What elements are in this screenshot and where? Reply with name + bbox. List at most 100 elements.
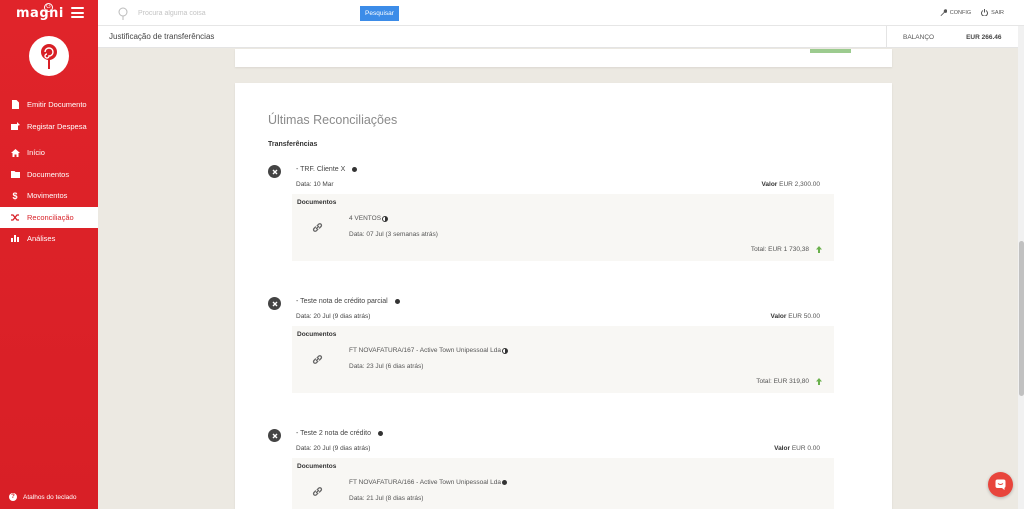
folder-icon [9, 170, 21, 178]
document-name[interactable]: FT NOVAFATURA/167 - Active Town Unipesso… [349, 347, 501, 354]
reconciliations-card: Últimas Reconciliações Transferências - … [235, 83, 892, 509]
link-icon[interactable] [312, 222, 323, 235]
document-name-row: 4 VENTOS [349, 215, 389, 222]
avatar[interactable] [29, 36, 69, 76]
sidebar-item-label: Movimentos [27, 191, 68, 201]
status-dot-icon [352, 167, 358, 172]
partial-status-icon [501, 347, 508, 354]
sidebar-item-reconciliacao[interactable]: Reconciliação [0, 206, 98, 228]
sidebar-item-registar-despesa[interactable]: Registar Despesa [0, 116, 98, 138]
sidebar-item-label: Análises [27, 234, 56, 244]
bar-chart-icon [9, 235, 21, 243]
sidebar-item-inicio[interactable]: Início [0, 142, 98, 164]
document-total: Total: EUR 319,80 [756, 378, 822, 385]
documents-label: Documentos [297, 331, 337, 338]
sidebar-item-label: Registar Despesa [27, 121, 87, 131]
home-icon [9, 148, 21, 157]
document-name[interactable]: FT NOVAFATURA/166 - Active Town Unipesso… [349, 479, 501, 486]
keyboard-shortcuts-link[interactable]: ? Atalhos do teclado [9, 493, 76, 501]
logout-link[interactable]: SAIR [981, 9, 1004, 16]
chat-button[interactable] [988, 472, 1013, 497]
balance-value: EUR 266.46 [966, 33, 1002, 41]
app-logo[interactable]: magni [16, 6, 64, 21]
config-link[interactable]: CONFIG [940, 9, 971, 16]
partial-status-icon [382, 215, 389, 222]
sidebar-item-analises[interactable]: Análises [0, 228, 98, 250]
arrow-up-icon [816, 246, 822, 253]
search-input[interactable] [138, 7, 358, 20]
documents-label: Documentos [297, 463, 337, 470]
transfer-name: - Teste 2 nota de crédito [296, 430, 371, 437]
remove-button[interactable] [268, 429, 281, 442]
location-pin-icon [118, 7, 128, 22]
document-total: Total: EUR 1 730,38 [751, 246, 822, 253]
sidebar-item-documentos[interactable]: Documentos [0, 164, 98, 186]
sidebar-item-emitir-documento[interactable]: Emitir Documento [0, 94, 98, 116]
transfer-name: - TRF. Cliente X [296, 166, 346, 173]
shuffle-icon [9, 214, 21, 221]
documents-box: Documentos FT NOVAFATURA/166 - Active To… [292, 458, 834, 509]
remove-button[interactable] [268, 297, 281, 310]
page-title: Justificação de transferências [109, 32, 215, 41]
link-icon[interactable] [312, 486, 323, 499]
previous-card [235, 49, 892, 67]
transfer-date: Data: 20 Jul (9 dias atrás) [296, 313, 371, 320]
documents-box: Documentos FT NOVAFATURA/167 - Active To… [292, 326, 834, 393]
page-scrollbar[interactable] [1018, 26, 1024, 509]
chat-icon [995, 479, 1006, 490]
status-dot-icon [394, 299, 400, 304]
power-icon [981, 9, 989, 16]
value-amount: EUR 50.00 [788, 313, 820, 320]
value-label: Valor [770, 313, 787, 320]
file-icon [9, 100, 21, 110]
transfer-value: Valor EUR 0.00 [774, 445, 820, 452]
close-icon [272, 433, 277, 438]
shortcuts-label: Atalhos do teclado [23, 493, 77, 501]
top-actions: CONFIG SAIR [930, 9, 1004, 16]
link-icon[interactable] [312, 354, 323, 367]
document-name-row: FT NOVAFATURA/166 - Active Town Unipesso… [349, 479, 507, 486]
document-name[interactable]: 4 VENTOS [349, 215, 381, 222]
document-date: Data: 21 Jul (8 dias atrás) [349, 495, 424, 502]
logo-badge: G [44, 3, 53, 12]
balance-label: BALANÇO [903, 33, 935, 41]
scrollbar-thumb[interactable] [1018, 241, 1024, 396]
dollar-icon: $ [12, 190, 18, 201]
logo-row: magni G [0, 0, 98, 26]
full-status-icon [501, 480, 507, 485]
sidebar-item-label: Documentos [27, 169, 70, 179]
transfer-value: Valor EUR 2,300.00 [761, 181, 820, 188]
transfer-date: Data: 10 Mar [296, 181, 334, 188]
menu-icon[interactable] [71, 7, 84, 18]
sidebar-item-label: Emitir Documento [27, 100, 87, 110]
sidebar-item-label: Reconciliação [27, 212, 74, 222]
logout-label: SAIR [991, 9, 1004, 16]
transfer-date: Data: 20 Jul (9 dias atrás) [296, 445, 371, 452]
green-button-edge[interactable] [810, 49, 851, 53]
arrow-up-icon [816, 378, 822, 385]
search-button[interactable]: Pesquisar [360, 6, 399, 21]
document-date: Data: 23 Jul (6 dias atrás) [349, 363, 424, 370]
expense-icon [9, 122, 21, 131]
transfer-name-row: - Teste nota de crédito parcial [296, 298, 400, 305]
sidebar: magni G Emitir Documento Registar Despes… [0, 0, 98, 509]
transfer-value: Valor EUR 50.00 [770, 313, 820, 320]
wrench-icon [940, 9, 947, 16]
document-name-row: FT NOVAFATURA/167 - Active Town Unipesso… [349, 347, 508, 354]
sub-header: Justificação de transferências BALANÇO E… [98, 26, 1024, 48]
transfer-name-row: - Teste 2 nota de crédito [296, 430, 383, 437]
sidebar-item-label: Início [27, 148, 45, 158]
value-label: Valor [761, 181, 778, 188]
card-title: Últimas Reconciliações [268, 113, 398, 127]
value-label: Valor [774, 445, 790, 452]
total-value: Total: EUR 319,80 [756, 378, 809, 385]
balance-box: BALANÇO EUR 266.46 [886, 26, 1024, 48]
sidebar-item-movimentos[interactable]: $ Movimentos [0, 185, 98, 207]
total-value: Total: EUR 1 730,38 [750, 246, 809, 253]
help-icon: ? [9, 493, 17, 501]
remove-button[interactable] [268, 165, 281, 178]
documents-box: Documentos 4 VENTOS Data: 07 Jul (3 sema… [292, 194, 834, 261]
status-dot-icon [377, 431, 383, 436]
top-bar: Pesquisar CONFIG SAIR [98, 0, 1024, 26]
document-date: Data: 07 Jul (3 semanas atrás) [349, 231, 438, 238]
